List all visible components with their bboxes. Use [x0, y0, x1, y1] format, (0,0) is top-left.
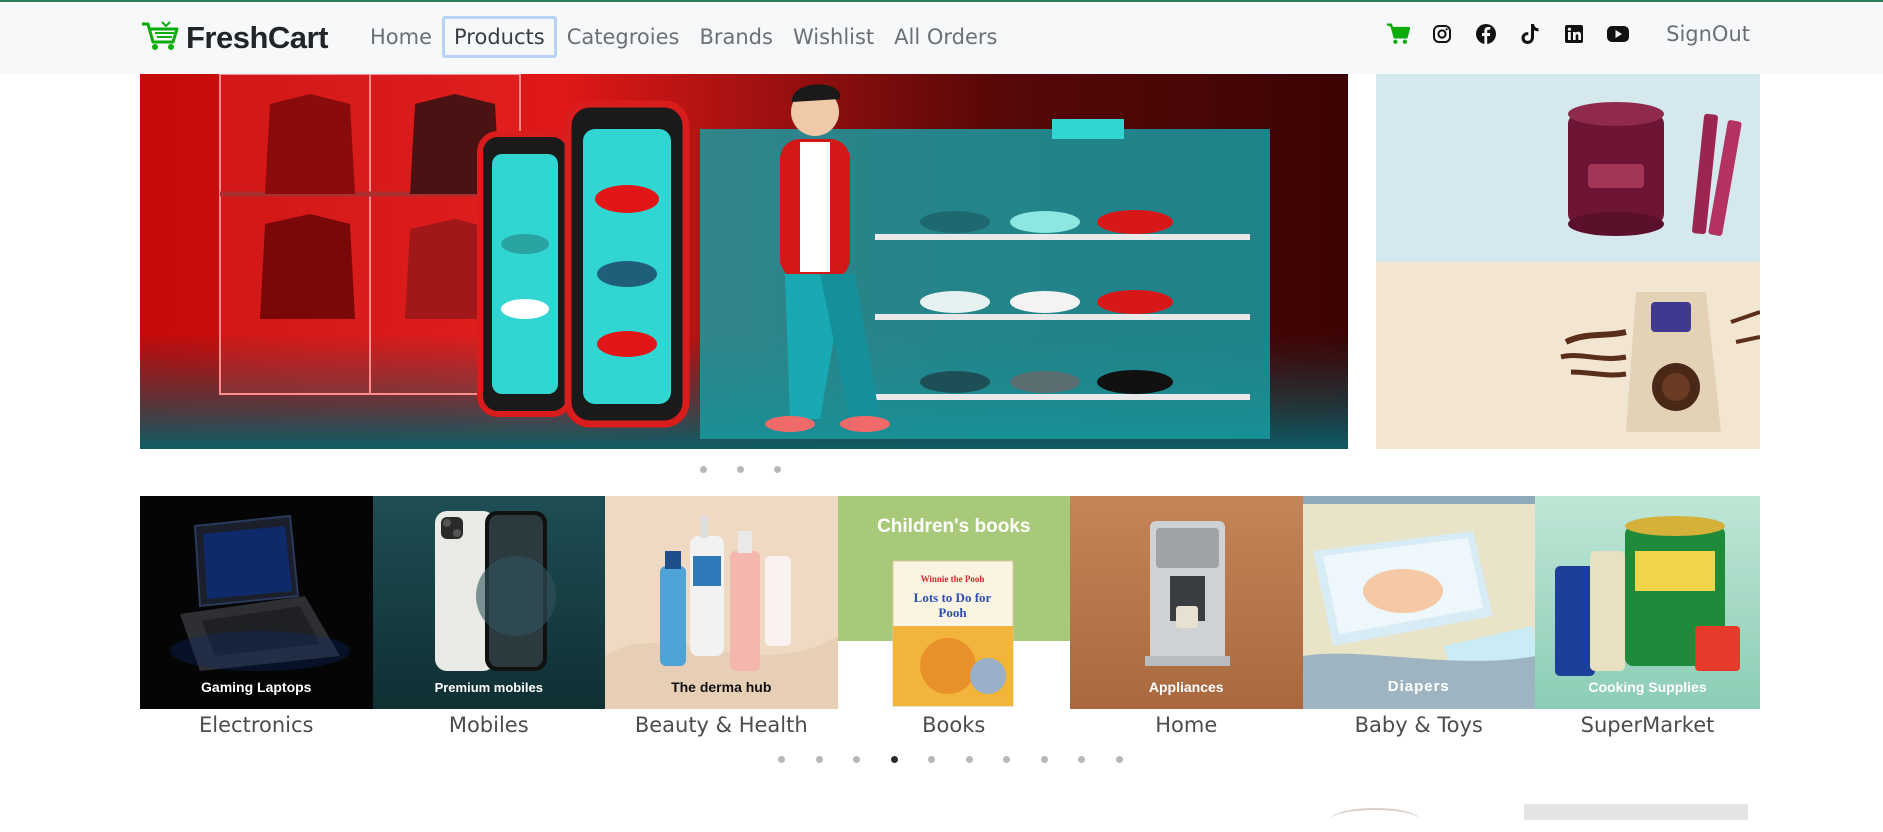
category-name: Electronics: [199, 713, 314, 737]
cart-icon[interactable]: [1386, 22, 1411, 46]
category-slider: Gaming Laptops Electronics Premium mobil…: [140, 496, 1760, 737]
nav-link-all-orders[interactable]: All Orders: [884, 17, 1007, 57]
category-caption: Premium mobiles: [434, 680, 543, 695]
main-slider-dot[interactable]: [700, 466, 707, 473]
nav-link-products[interactable]: Products: [442, 16, 557, 58]
nav-links: Home Products Categroies Brands Wishlist…: [360, 16, 1008, 58]
category-name: Home: [1155, 713, 1218, 737]
youtube-icon[interactable]: [1606, 22, 1630, 46]
category-card-supermarket[interactable]: Cooking Supplies SuperMarket: [1535, 496, 1760, 737]
main-slider-dot[interactable]: [774, 466, 781, 473]
product-card-partial: [1524, 804, 1748, 820]
book-title-text: Lots to Do for Pooh: [913, 590, 992, 620]
category-slider-dot[interactable]: [965, 756, 973, 763]
category-name: SuperMarket: [1580, 713, 1715, 737]
category-caption: The derma hub: [671, 679, 772, 695]
category-name: Mobiles: [448, 713, 529, 737]
category-caption: Gaming Laptops: [201, 679, 312, 695]
cart-logo-icon: [140, 20, 180, 56]
navbar: FreshCart Home Products Categroies Brand…: [0, 2, 1883, 74]
category-card-home[interactable]: Appliances Home: [1070, 496, 1303, 737]
category-name: Books: [922, 713, 986, 737]
category-slider-dot-active[interactable]: [890, 756, 898, 763]
category-slider-dot[interactable]: [1078, 756, 1085, 763]
category-slider-dots: [778, 756, 1123, 763]
category-image: Premium mobiles: [372, 496, 605, 709]
category-caption: Appliances: [1148, 679, 1224, 695]
category-slider-dot[interactable]: [778, 756, 785, 763]
brand-logo[interactable]: FreshCart: [140, 20, 328, 56]
category-card-beauty-health[interactable]: The derma hub Beauty & Health: [605, 496, 838, 737]
signout-link[interactable]: SignOut: [1666, 22, 1750, 46]
category-slider-dot[interactable]: [1040, 756, 1048, 763]
instagram-icon[interactable]: [1430, 22, 1454, 46]
category-slider-dot[interactable]: [928, 756, 935, 763]
nav-link-home[interactable]: Home: [360, 17, 442, 57]
facebook-icon[interactable]: [1474, 22, 1498, 46]
category-image: Cooking Supplies: [1535, 496, 1760, 709]
linkedin-icon[interactable]: [1562, 22, 1586, 46]
tiktok-icon[interactable]: [1518, 22, 1542, 46]
category-slider-dot[interactable]: [1003, 756, 1010, 763]
category-caption: Diapers: [1387, 678, 1450, 695]
nav-right: SignOut: [1386, 22, 1750, 46]
category-image: The derma hub: [605, 496, 838, 709]
category-image: Diapers: [1302, 496, 1535, 709]
nav-link-brands[interactable]: Brands: [689, 17, 783, 57]
category-name: Baby & Toys: [1354, 713, 1483, 737]
side-banner-bottom[interactable]: [1376, 262, 1760, 449]
nav-link-wishlist[interactable]: Wishlist: [783, 17, 884, 57]
category-image: Gaming Laptops: [140, 496, 373, 709]
category-slider-dot[interactable]: [853, 756, 860, 763]
category-card-baby-toys[interactable]: Diapers Baby & Toys: [1302, 496, 1535, 737]
brand-name: FreshCart: [186, 20, 328, 55]
category-slider-dot[interactable]: [1115, 756, 1123, 763]
category-slider-dot[interactable]: [815, 756, 823, 763]
category-card-electronics[interactable]: Gaming Laptops Electronics: [140, 496, 373, 737]
main-slider-dots: [700, 466, 781, 473]
main-slider-image[interactable]: [140, 74, 1348, 449]
main-slider-dot[interactable]: [737, 466, 744, 473]
category-image: Children's books Winnie the Pooh Lots to…: [837, 496, 1070, 709]
category-image: Appliances: [1070, 496, 1303, 709]
category-card-mobiles[interactable]: Premium mobiles Mobiles: [372, 496, 605, 737]
category-card-books[interactable]: Children's books Winnie the Pooh Lots to…: [837, 496, 1070, 737]
side-banner-top[interactable]: [1376, 74, 1760, 262]
book-brand-text: Winnie the Pooh: [920, 574, 985, 584]
product-image-partial: [1330, 808, 1420, 832]
nav-link-categories[interactable]: Categroies: [557, 17, 690, 57]
category-caption: Cooking Supplies: [1588, 679, 1707, 695]
category-name: Beauty & Health: [634, 713, 808, 737]
